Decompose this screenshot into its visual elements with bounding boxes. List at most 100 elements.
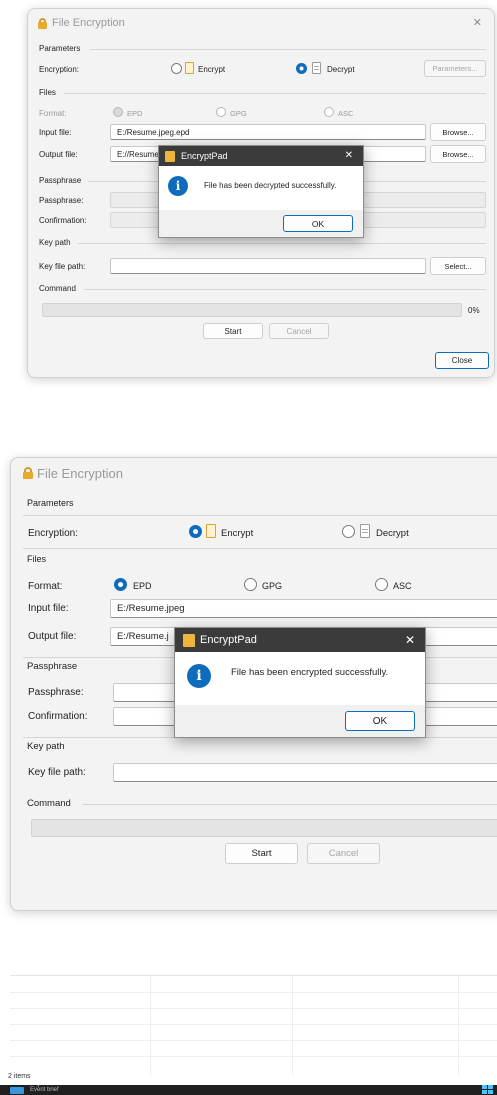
group-divider xyxy=(84,289,486,290)
dialog-ok-button[interactable]: OK xyxy=(345,711,415,731)
dialog-close-icon[interactable]: ✕ xyxy=(345,150,353,161)
encryptpad-logo-icon xyxy=(165,151,175,162)
group-parameters-label: Parameters xyxy=(39,44,81,53)
decrypt-option-label: Decrypt xyxy=(327,65,355,74)
plain-file-icon xyxy=(360,524,370,538)
widget-subtitle: Event brief xyxy=(30,1087,59,1093)
key-file-path-field[interactable] xyxy=(113,763,497,782)
group-files-label: Files xyxy=(27,554,47,564)
group-divider xyxy=(83,804,497,805)
format-epd-label: EPD xyxy=(133,581,152,591)
encryption-label: Encryption: xyxy=(28,528,79,539)
decrypt-radio[interactable] xyxy=(342,525,355,538)
format-gpg-label: GPG xyxy=(230,109,247,118)
passphrase-label: Passphrase: xyxy=(28,687,84,698)
format-asc-label: ASC xyxy=(393,581,412,591)
column-divider xyxy=(150,976,151,1076)
dialog-title: EncryptPad xyxy=(200,634,257,646)
command-progress-bar xyxy=(31,819,497,837)
encryption-label: Encryption: xyxy=(39,65,80,74)
group-divider xyxy=(90,49,486,50)
list-row-divider xyxy=(10,992,497,993)
format-label: Format: xyxy=(28,581,63,592)
input-file-field[interactable]: E:/Resume.jpeg.epd xyxy=(110,124,426,140)
group-command-label: Command xyxy=(27,798,71,809)
file-encryption-window-decrypt: File Encryption ✕ Parameters Encryption:… xyxy=(27,8,495,378)
group-divider xyxy=(23,548,497,549)
info-icon: i xyxy=(168,176,188,196)
list-row-divider xyxy=(10,1040,497,1041)
encrypt-option-label: Encrypt xyxy=(198,65,226,74)
dialog-close-icon[interactable]: ✕ xyxy=(405,633,415,647)
list-row-divider xyxy=(10,1008,497,1009)
key-file-path-label: Key file path: xyxy=(39,262,86,271)
input-browse-button[interactable]: Browse... xyxy=(430,123,486,141)
format-asc-label: ASC xyxy=(338,109,354,118)
cancel-button[interactable]: Cancel xyxy=(307,843,380,864)
group-divider xyxy=(23,515,497,516)
lock-icon xyxy=(23,467,33,479)
start-button[interactable]: Start xyxy=(225,843,298,864)
format-gpg-radio[interactable] xyxy=(216,107,226,117)
explorer-status-bar: 2 items xyxy=(0,1073,497,1085)
item-count-status: 2 items xyxy=(8,1073,31,1080)
dialog-footer: OK xyxy=(175,705,425,737)
decrypt-option-label: Decrypt xyxy=(376,528,409,539)
encrypt-radio[interactable] xyxy=(171,63,182,74)
group-divider xyxy=(64,93,486,94)
dialog-ok-button[interactable]: OK xyxy=(283,215,353,232)
group-passphrase-label: Passphrase xyxy=(39,176,82,185)
format-epd-label: EPD xyxy=(127,109,143,118)
start-windows-icon[interactable] xyxy=(482,1085,493,1095)
key-file-path-field[interactable] xyxy=(110,258,426,274)
window-close-button[interactable]: ✕ xyxy=(473,16,482,29)
output-file-label: Output file: xyxy=(39,150,78,159)
encrypted-file-icon xyxy=(206,524,216,538)
encrypted-file-icon xyxy=(185,62,194,74)
encryptpad-logo-icon xyxy=(183,634,195,647)
key-file-path-label: Key file path: xyxy=(28,767,86,778)
encrypt-option-label: Encrypt xyxy=(221,528,254,539)
taskbar: Top events Event brief xyxy=(0,1080,497,1095)
output-file-label: Output file: xyxy=(28,631,77,642)
output-browse-button[interactable]: Browse... xyxy=(430,145,486,163)
start-button[interactable]: Start xyxy=(203,323,263,339)
widget-title: Top events xyxy=(30,1080,64,1087)
encrypt-radio[interactable] xyxy=(189,525,202,538)
input-file-label: Input file: xyxy=(39,128,72,137)
group-key-path-label: Key path xyxy=(27,741,65,752)
format-label: Format: xyxy=(39,109,67,118)
format-asc-radio[interactable] xyxy=(375,578,388,591)
format-epd-radio[interactable] xyxy=(114,578,127,591)
input-file-field[interactable]: E:/Resume.jpeg xyxy=(110,599,497,618)
group-parameters-label: Parameters xyxy=(27,498,74,508)
input-file-label: Input file: xyxy=(28,603,69,614)
column-divider xyxy=(292,976,293,1076)
progress-percent: 0% xyxy=(468,306,480,315)
dialog-titlebar: EncryptPad ✕ xyxy=(159,146,363,166)
success-dialog: EncryptPad ✕ i File has been encrypted s… xyxy=(174,627,426,738)
confirmation-label: Confirmation: xyxy=(28,711,88,722)
window-title: File Encryption xyxy=(52,17,125,29)
widgets-button[interactable]: Top events Event brief xyxy=(8,1080,128,1095)
dialog-message: File has been decrypted successfully. xyxy=(204,181,337,190)
close-button[interactable]: Close xyxy=(435,352,489,369)
plain-file-icon xyxy=(312,62,321,74)
key-select-button[interactable]: Select... xyxy=(430,257,486,275)
format-gpg-radio[interactable] xyxy=(244,578,257,591)
explorer-list-pane xyxy=(10,975,497,1076)
decrypt-radio[interactable]: .r1::after{} xyxy=(296,63,307,74)
group-key-path-label: Key path xyxy=(39,238,71,247)
passphrase-label: Passphrase: xyxy=(39,196,84,205)
dialog-message: File has been encrypted successfully. xyxy=(231,667,389,678)
format-asc-radio[interactable] xyxy=(324,107,334,117)
dialog-footer: OK xyxy=(159,210,363,237)
list-row-divider xyxy=(10,1024,497,1025)
column-divider xyxy=(458,976,459,1076)
group-divider xyxy=(78,243,486,244)
window-title: File Encryption xyxy=(37,465,123,481)
cancel-button[interactable]: Cancel xyxy=(269,323,329,339)
confirmation-label: Confirmation: xyxy=(39,216,87,225)
parameters-button[interactable]: Parameters... xyxy=(424,60,486,77)
format-epd-radio[interactable] xyxy=(113,107,123,117)
